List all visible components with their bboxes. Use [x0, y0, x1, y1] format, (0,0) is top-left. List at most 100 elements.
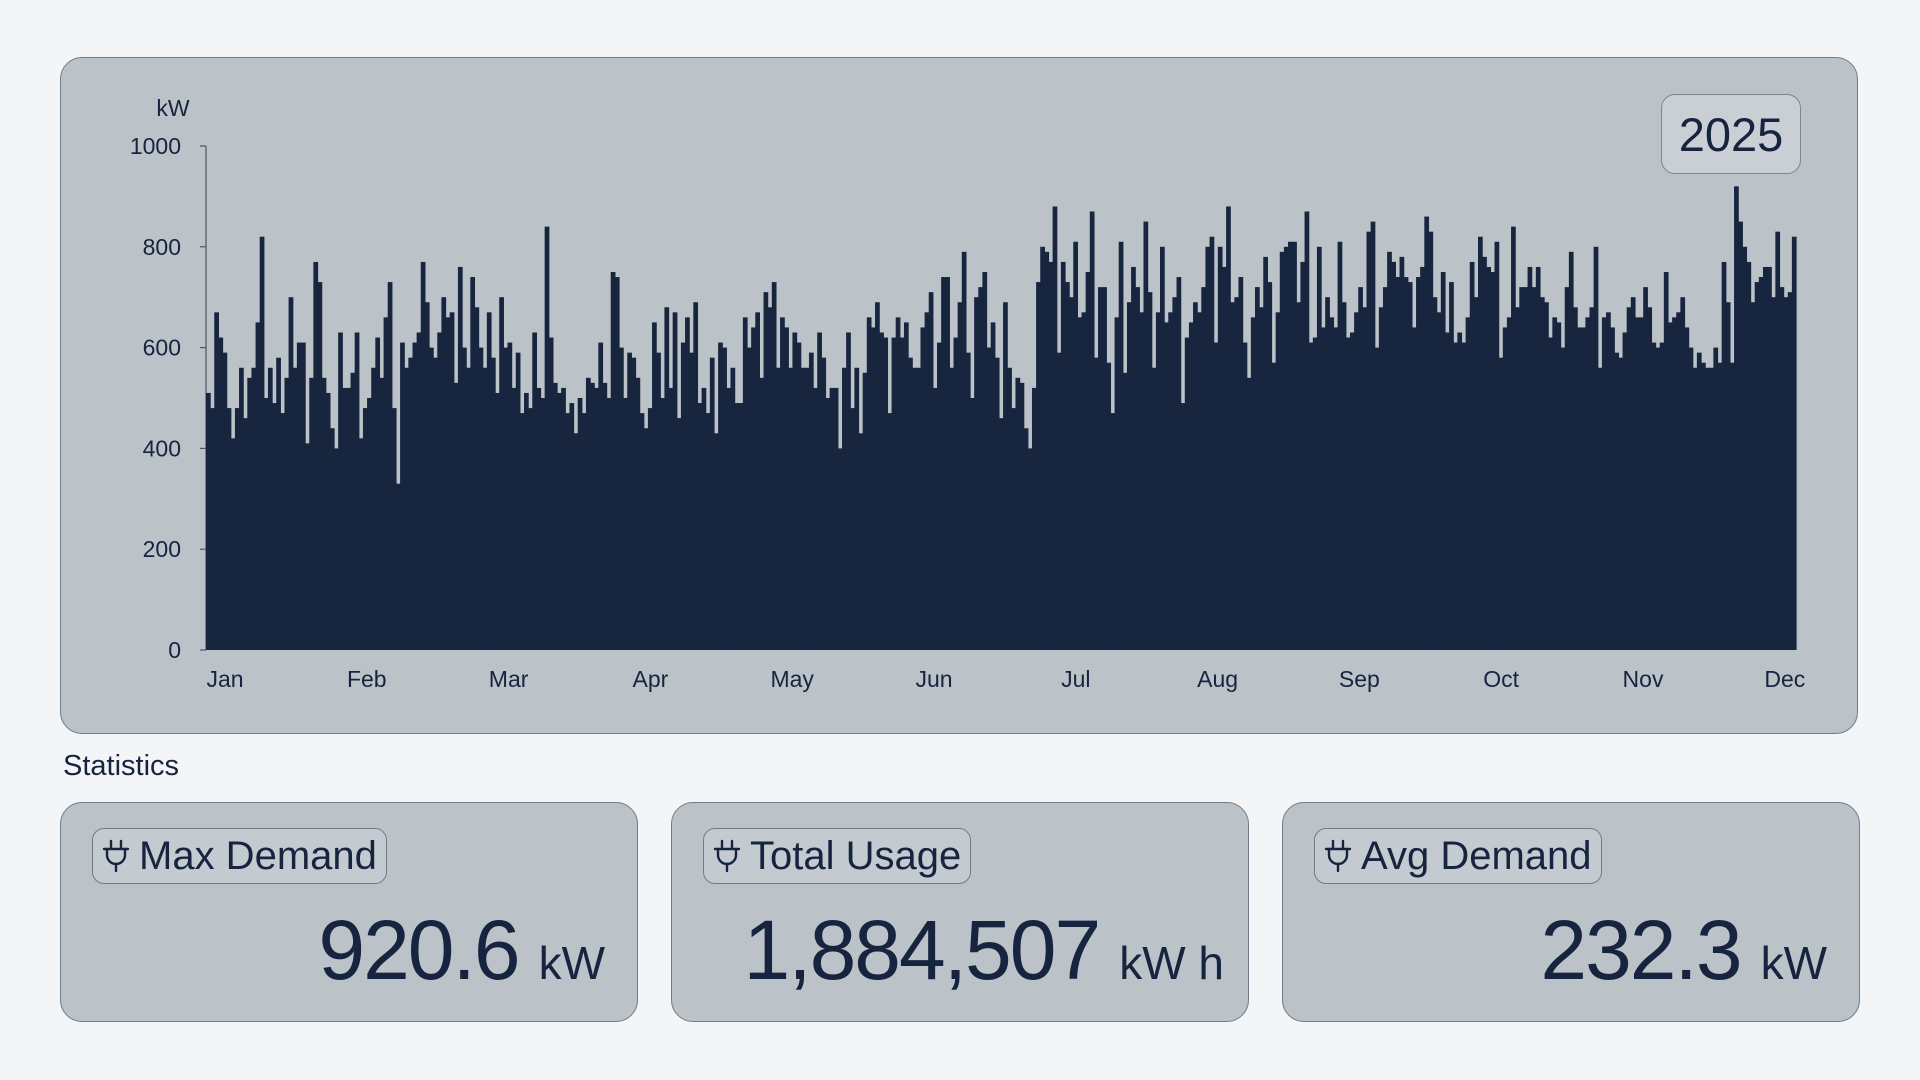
demand-bar: [1775, 231, 1781, 650]
demand-bar: [730, 367, 736, 650]
demand-bar: [986, 347, 992, 650]
demand-bar: [1168, 312, 1173, 650]
demand-bar: [404, 367, 409, 650]
demand-bar: [263, 398, 269, 650]
demand-bar: [408, 357, 414, 650]
demand-bar: [457, 266, 463, 650]
year-selector[interactable]: 2025: [1661, 94, 1801, 174]
demand-bar: [1036, 282, 1041, 650]
demand-bar: [1383, 287, 1388, 650]
demand-bar: [515, 352, 521, 650]
demand-bar: [1663, 272, 1669, 650]
demand-bar: [672, 312, 678, 650]
demand-bar: [1667, 322, 1673, 650]
demand-bar: [1003, 302, 1008, 650]
demand-bar: [862, 372, 868, 650]
demand-bar: [895, 317, 901, 650]
demand-bar: [1626, 307, 1632, 650]
demand-bar: [668, 387, 674, 650]
demand-bar: [247, 377, 253, 650]
demand-bar: [362, 408, 368, 650]
demand-bar: [858, 433, 864, 650]
demand-bar: [400, 342, 405, 650]
demand-bar: [1015, 377, 1021, 650]
demand-bar: [296, 342, 302, 650]
demand-bar: [1387, 251, 1392, 650]
demand-bar: [342, 387, 348, 650]
demand-bar: [255, 322, 261, 650]
demand-bar: [1738, 221, 1743, 650]
demand-bar: [1498, 357, 1504, 650]
demand-bar: [1478, 236, 1483, 650]
demand-bar: [239, 367, 244, 650]
demand-bar: [1672, 317, 1677, 650]
demand-bar: [1242, 342, 1248, 650]
demand-bar: [1193, 302, 1198, 650]
demand-bar: [490, 357, 496, 650]
demand-bar: [974, 297, 979, 650]
total-usage-card: Total Usage 1,884,507 kW h: [671, 802, 1249, 1022]
demand-bar: [627, 352, 632, 650]
demand-bar: [267, 367, 273, 650]
demand-bar: [1263, 256, 1268, 650]
demand-bar: [482, 367, 488, 650]
demand-bar: [631, 357, 637, 650]
demand-bar: [1230, 302, 1235, 650]
statistics-heading: Statistics: [63, 750, 180, 782]
demand-bar: [226, 408, 232, 650]
plug-icon: [713, 839, 741, 873]
demand-bar: [660, 398, 666, 650]
demand-bar: [854, 367, 860, 650]
demand-bar: [1143, 221, 1149, 650]
demand-bar: [1630, 297, 1636, 650]
x-tick-label: Dec: [1764, 666, 1805, 692]
demand-bar: [1110, 413, 1116, 650]
demand-bar: [1589, 307, 1595, 650]
demand-bar: [569, 403, 575, 650]
demand-bar: [1135, 287, 1140, 650]
demand-bar: [540, 398, 546, 650]
demand-bar: [565, 413, 571, 650]
demand-bar: [1742, 246, 1748, 651]
demand-bar: [1614, 352, 1620, 650]
demand-chart-card: kW 0 200 400 600 800 1000 Jan Feb Mar Apr May Jun J…: [60, 57, 1858, 734]
demand-bar: [982, 272, 988, 650]
demand-bar: [548, 337, 554, 650]
demand-bar: [1746, 261, 1752, 650]
demand-bar: [573, 433, 579, 650]
demand-bar: [883, 337, 889, 650]
demand-bar: [734, 403, 740, 650]
demand-bar: [610, 272, 616, 650]
x-tick-label: Jun: [915, 666, 952, 692]
demand-bar: [676, 418, 682, 650]
demand-bar: [420, 261, 426, 650]
demand-bar: [1259, 307, 1264, 650]
demand-bar: [429, 347, 434, 650]
demand-bar: [495, 392, 500, 650]
demand-bar: [462, 347, 467, 650]
demand-bar: [647, 408, 653, 650]
demand-bar: [1539, 297, 1545, 650]
demand-bar: [1717, 362, 1723, 650]
demand-bar: [581, 413, 587, 650]
demand-bar: [1754, 282, 1760, 650]
demand-bar: [965, 352, 971, 650]
demand-bar: [759, 377, 765, 650]
demand-bar: [1279, 251, 1285, 650]
demand-bar: [1568, 251, 1574, 650]
demand-bar: [1791, 236, 1797, 650]
demand-bar: [780, 317, 785, 650]
demand-bar: [953, 337, 959, 650]
demand-bar: [1527, 266, 1533, 650]
demand-bar: [998, 418, 1004, 650]
demand-bar: [1506, 317, 1512, 650]
demand-bar: [1031, 387, 1037, 650]
demand-bar: [870, 327, 876, 650]
demand-bar: [449, 312, 455, 650]
demand-bar: [1597, 367, 1603, 650]
demand-bar: [1783, 297, 1789, 650]
demand-bar: [1572, 307, 1578, 650]
total-usage-label-text: Total Usage: [750, 833, 962, 878]
demand-bar: [276, 357, 281, 650]
demand-bar: [1164, 322, 1169, 650]
